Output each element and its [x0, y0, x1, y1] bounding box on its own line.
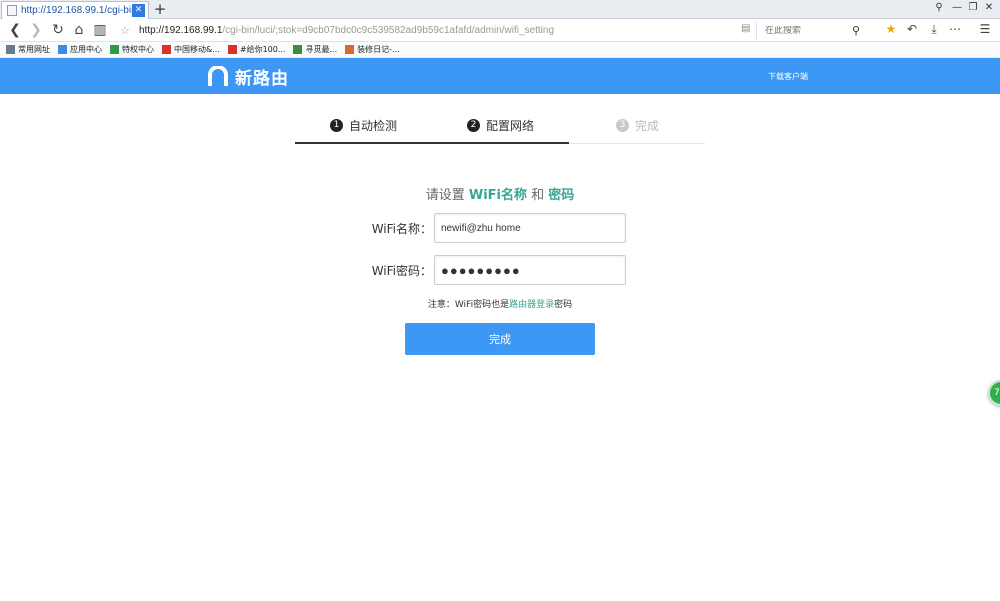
minimize-button[interactable]: — — [950, 2, 964, 13]
site-header: 新路由 下载客户端 — [0, 58, 1000, 94]
step-complete: 3 完成 — [569, 108, 706, 143]
note-prefix: 注意：WiFi密码也是 — [427, 300, 510, 310]
floating-assistant-widget[interactable]: 72 — [988, 380, 1000, 406]
site-logo[interactable]: 新路由 — [207, 65, 289, 89]
folder-icon — [6, 45, 15, 54]
router-login-link[interactable]: 路由器登录 — [509, 300, 554, 310]
jd-icon — [227, 45, 237, 54]
tab-close-icon[interactable]: ✕ — [132, 4, 145, 17]
form-title-and: 和 — [527, 188, 549, 203]
finish-button[interactable]: 完成 — [405, 323, 595, 355]
download-client-link[interactable]: 下载客户端 — [768, 71, 808, 82]
form-title-prefix: 请设置 — [425, 188, 469, 203]
address-bar[interactable]: ☆ http://192.168.99.1/cgi-bin/luci/;stok… — [120, 21, 755, 40]
url-host: http://192.168.99.1 — [139, 25, 223, 36]
bookmark-label: #给你100... — [239, 45, 286, 54]
bookmarks-bar: 常用网址 应用中心 特权中心 中国移动&... #给你100... 寻觅最... 装修日记-… — [0, 42, 1000, 58]
bookmark-label: 应用中心 — [70, 45, 102, 54]
favorites-star-icon[interactable]: ★ — [883, 22, 899, 36]
bookmark-item[interactable]: 寻觅最... — [293, 44, 337, 55]
bookmark-star-icon[interactable]: ☆ — [120, 24, 134, 37]
bookmark-item[interactable]: 中国移动&... — [162, 44, 220, 55]
step-number: 2 — [466, 118, 480, 132]
form-title-wifi-name: WiFi名称 — [468, 188, 527, 203]
step-auto-detect: 1 自动检测 — [295, 108, 432, 144]
download-icon[interactable]: ⤓ — [926, 22, 942, 37]
bookmark-label: 常用网址 — [18, 45, 50, 54]
page-view-icon[interactable]: ▤ — [741, 23, 750, 34]
page-icon — [7, 5, 17, 16]
wifi-name-label: WiFi名称： — [371, 222, 432, 236]
close-window-button[interactable]: ✕ — [982, 2, 996, 13]
setup-steps: 1 自动检测 2 配置网络 3 完成 — [295, 108, 705, 144]
browser-toolbar: ❮ ❯ ↻ ⌂ ▥ ☆ http://192.168.99.1/cgi-bin/… — [0, 19, 1000, 42]
more-icon[interactable]: ⋯ — [947, 22, 963, 36]
bookmark-label: 寻觅最... — [305, 45, 338, 54]
app-icon — [58, 45, 67, 54]
menu-icon[interactable]: ☰ — [977, 22, 993, 36]
bookmark-item[interactable]: 装修日记-... — [345, 44, 400, 55]
step-label: 配置网络 — [485, 118, 534, 133]
wifi-name-input[interactable] — [434, 213, 626, 243]
bookmark-label: 中国移动&... — [174, 45, 220, 54]
diary-icon — [345, 45, 355, 54]
bookmark-item[interactable]: 特权中心 — [110, 44, 154, 55]
note-suffix: 密码 — [554, 300, 573, 310]
bookmark-item[interactable]: 常用网址 — [6, 44, 50, 55]
tab-title: http://192.168.99.1/cgi-bin/l — [21, 5, 132, 16]
bookmark-item[interactable]: 应用中心 — [58, 44, 102, 55]
browser-tab[interactable]: http://192.168.99.1/cgi-bin/l ✕ — [1, 1, 149, 19]
user-icon[interactable]: ⚲ — [932, 2, 946, 13]
privilege-icon — [110, 45, 119, 54]
wifi-password-input[interactable] — [434, 255, 626, 285]
refresh-icon[interactable]: ↻ — [49, 21, 67, 39]
wifi-password-label: WiFi密码： — [371, 264, 432, 278]
search-box[interactable]: ⚲ — [756, 21, 876, 40]
restore-button[interactable]: ❐ — [966, 2, 980, 13]
home-icon[interactable]: ⌂ — [70, 21, 88, 39]
search-input[interactable] — [757, 25, 852, 36]
step-configure-network: 2 配置网络 — [432, 108, 569, 144]
logo-icon — [208, 66, 228, 86]
url-path: /cgi-bin/luci/;stok=d9cb07bdc0c9c539582a… — [222, 25, 555, 36]
form-title-password: 密码 — [548, 188, 575, 203]
logo-text: 新路由 — [235, 68, 289, 89]
back-icon[interactable]: ❮ — [6, 21, 24, 39]
new-tab-button[interactable]: + — [152, 0, 168, 19]
forward-icon[interactable]: ❯ — [27, 21, 45, 39]
bookmark-item[interactable]: #给你100... — [227, 44, 286, 55]
browser-tabstrip: http://192.168.99.1/cgi-bin/l ✕ + ⚲ — ❐ … — [0, 0, 1000, 19]
step-label: 自动检测 — [348, 118, 397, 133]
jd-icon — [162, 45, 171, 54]
step-number: 3 — [615, 119, 629, 132]
bookmark-label: 装修日记-... — [357, 45, 400, 54]
form-title: 请设置 WiFi名称 和 密码 — [300, 184, 700, 203]
leaf-icon — [293, 45, 303, 54]
step-label: 完成 — [634, 119, 659, 133]
reader-mode-icon[interactable]: ▥ — [91, 21, 109, 39]
undo-icon[interactable]: ↶ — [904, 22, 920, 36]
bookmark-label: 特权中心 — [122, 45, 154, 54]
password-note: 注意：WiFi密码也是路由器登录密码 — [300, 297, 700, 310]
step-number: 1 — [329, 118, 343, 132]
search-icon[interactable]: ⚲ — [852, 24, 860, 37]
